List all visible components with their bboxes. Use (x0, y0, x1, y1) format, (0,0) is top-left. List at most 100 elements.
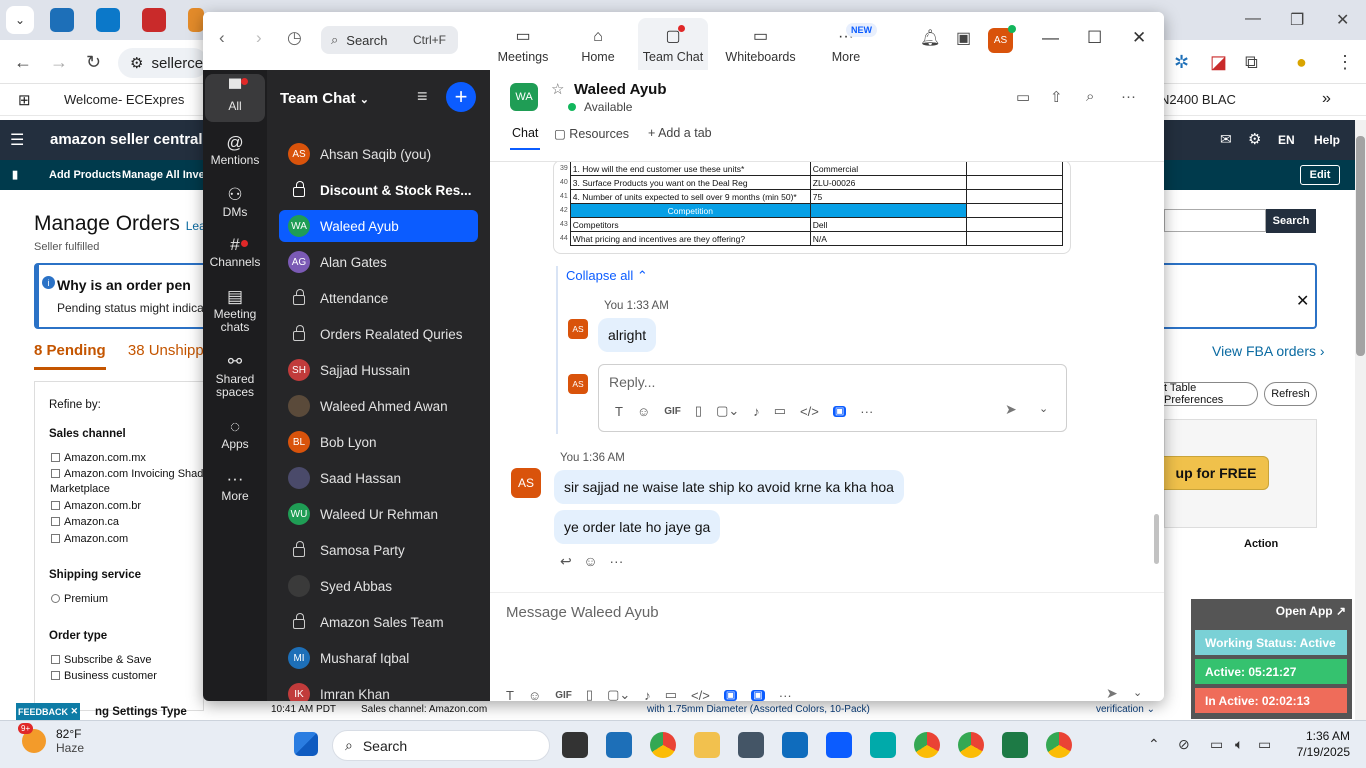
collapse-all-link[interactable]: Collapse all ⌃ (566, 268, 648, 284)
video-message-icon[interactable]: ▭ (774, 403, 786, 419)
chat-list-item[interactable]: AG Alan Gates (279, 246, 478, 278)
tab-search-button[interactable]: ⌄ (6, 6, 34, 34)
tab-favicon-ec[interactable] (50, 8, 74, 32)
volume-icon[interactable]: 🔈︎ (1235, 736, 1243, 753)
search-orders-input[interactable] (1164, 209, 1266, 232)
chrome-profile-icon[interactable] (914, 732, 940, 758)
filter-checkbox[interactable]: Business customer (51, 670, 157, 682)
message-bubble[interactable]: ye order late ho jaye ga (554, 510, 721, 544)
calculator-icon[interactable] (738, 732, 764, 758)
tab-favicon-red[interactable] (142, 8, 166, 32)
chat-list-item[interactable]: WA Waleed Ayub (279, 210, 478, 242)
show-hidden-icons[interactable]: ⌃ (1148, 736, 1160, 753)
back-icon[interactable]: ← (14, 52, 32, 73)
spreadsheet-image[interactable]: 39 1. How will the end customer use these… (553, 162, 1071, 254)
file-icon[interactable]: ▯ (695, 403, 702, 419)
search-orders-button[interactable]: Search (1266, 209, 1316, 233)
emoji-icon[interactable]: ☺ (528, 688, 541, 702)
send-icon[interactable]: ➤ (1005, 401, 1017, 418)
footer-verification[interactable]: verification ⌄ (1096, 704, 1155, 715)
rail-mentions[interactable]: @ Mentions (205, 134, 265, 167)
file-explorer-icon[interactable] (694, 732, 720, 758)
extensions-puzzle-icon[interactable]: ⧉ (1245, 52, 1258, 73)
rail-dms[interactable]: ⚇ DMs (205, 186, 265, 219)
app-icon[interactable] (870, 732, 896, 758)
taskbar-search[interactable]: ⌕ Search (332, 730, 550, 761)
nav-manage-inventory[interactable]: Manage All Invent (122, 169, 215, 181)
more-dots-icon[interactable]: ··· (779, 688, 792, 702)
app-integration-icon-2[interactable]: ▣ (751, 689, 765, 701)
new-chat-button[interactable]: + (446, 82, 476, 112)
chat-list-item[interactable]: SH Sajjad Hussain (279, 354, 478, 386)
language-selector[interactable]: EN (1278, 133, 1295, 147)
send-options-chevron-icon[interactable]: ⌄ (1039, 402, 1048, 415)
gif-icon[interactable]: GIF (555, 690, 572, 701)
bookmark-flag-icon[interactable]: ▮ (12, 168, 18, 181)
rail-meeting-chats[interactable]: ▤ Meeting chats (205, 288, 265, 334)
chat-list-title[interactable]: Team Chat ⌄ (280, 90, 369, 107)
tab-chat[interactable]: Chat (509, 126, 541, 150)
chat-list-item[interactable]: Waleed Ahmed Awan (279, 390, 478, 422)
signup-free-button[interactable]: up for FREE (1164, 456, 1269, 490)
page-scrollbar[interactable] (1355, 120, 1366, 720)
site-info-icon[interactable]: ⚙ (130, 54, 143, 72)
message-bubble[interactable]: sir sajjad ne waise late ship ko avoid k… (554, 470, 904, 504)
minimize-icon[interactable]: — (1042, 28, 1059, 48)
browser-restore-icon[interactable]: ❐ (1290, 10, 1304, 30)
filter-checkbox[interactable]: Amazon.com.br (51, 500, 141, 512)
edit-nav-button[interactable]: Edit (1300, 165, 1340, 185)
tab-team-chat[interactable]: ▢ Team Chat (638, 18, 708, 70)
send-icon[interactable]: ➤ (1106, 685, 1118, 701)
rail-all[interactable]: ▀ All (205, 74, 265, 122)
rail-more[interactable]: ··· More (205, 470, 265, 503)
audio-icon[interactable]: ♪ (753, 404, 760, 419)
reload-icon[interactable]: ↻ (86, 52, 101, 73)
filter-checkbox[interactable]: Subscribe & Save (51, 654, 151, 666)
tab-favicon-blue[interactable] (96, 8, 120, 32)
chat-list-item[interactable]: Orders Realated Quries (279, 318, 478, 350)
feedback-button[interactable]: FEEDBACK ✕ (16, 703, 80, 720)
rail-shared-spaces[interactable]: ⚯ Shared spaces (205, 353, 265, 399)
star-icon[interactable]: ☆ (551, 80, 564, 98)
rail-apps[interactable]: ◌ Apps (205, 418, 265, 451)
gif-icon[interactable]: GIF (664, 406, 681, 417)
network-icon[interactable]: ⊘ (1178, 736, 1190, 753)
back-icon[interactable]: ‹ (219, 28, 225, 48)
more-dots-icon[interactable]: ··· (860, 404, 873, 419)
browser-close-icon[interactable]: ✕ (1336, 10, 1349, 30)
share-screen-icon[interactable]: ⇧ (1050, 88, 1063, 106)
contact-avatar[interactable]: WA (510, 83, 538, 111)
emoji-icon[interactable]: ☺ (637, 404, 650, 419)
refresh-button[interactable]: Refresh (1264, 382, 1317, 406)
reply-thread-icon[interactable]: ↩ (560, 553, 572, 569)
avatar[interactable]: AS (511, 468, 541, 498)
extension-icon[interactable]: ✲ (1174, 52, 1189, 73)
bell-icon[interactable]: 🔔︎ (920, 28, 940, 48)
rail-channels[interactable]: # Channels (205, 236, 265, 269)
filter-checkbox[interactable]: Amazon.com.mx (51, 452, 146, 464)
message-scrollbar[interactable] (1154, 514, 1159, 564)
screenshot-icon[interactable]: ▢⌄ (716, 403, 739, 419)
chat-list-item[interactable]: Attendance (279, 282, 478, 314)
settings-gear-icon[interactable]: ⚙ (1248, 130, 1261, 148)
close-icon[interactable]: ✕ (1132, 28, 1146, 48)
contact-name[interactable]: Waleed Ayub (574, 81, 667, 98)
compose-box[interactable]: Message Waleed Ayub T ☺ GIF ▯ ▢⌄ ♪ ▭ </>… (490, 592, 1164, 701)
chat-list-item[interactable]: IK Imran Khan (279, 678, 478, 701)
tab-favicon-orange[interactable] (188, 8, 204, 32)
filter-checkbox[interactable]: Amazon.com (51, 533, 128, 545)
video-call-icon[interactable]: ▭ (1016, 88, 1030, 106)
weather-widget[interactable]: 9+ 82°F Haze (18, 723, 84, 755)
chat-list-item[interactable]: MI Musharaf Iqbal (279, 642, 478, 674)
avatar[interactable]: AS (568, 319, 588, 339)
history-icon[interactable]: ◷ (287, 28, 302, 48)
apps-grid-icon[interactable]: ⊞ (18, 91, 31, 109)
start-icon[interactable] (294, 732, 318, 756)
amazon-menu-icon[interactable]: ☰ (10, 130, 24, 150)
filter-checkbox[interactable]: Amazon.com Invoicing Shado (51, 468, 210, 480)
filter-checkbox[interactable]: Amazon.ca (51, 516, 119, 528)
bookmark-welcome[interactable]: Welcome- ECExpres (64, 92, 184, 107)
pdf-extension-icon[interactable]: ◪ (1210, 52, 1227, 73)
more-options-icon[interactable]: ··· (1121, 88, 1136, 105)
bookmark-right[interactable]: N2400 BLAC (1160, 92, 1236, 107)
